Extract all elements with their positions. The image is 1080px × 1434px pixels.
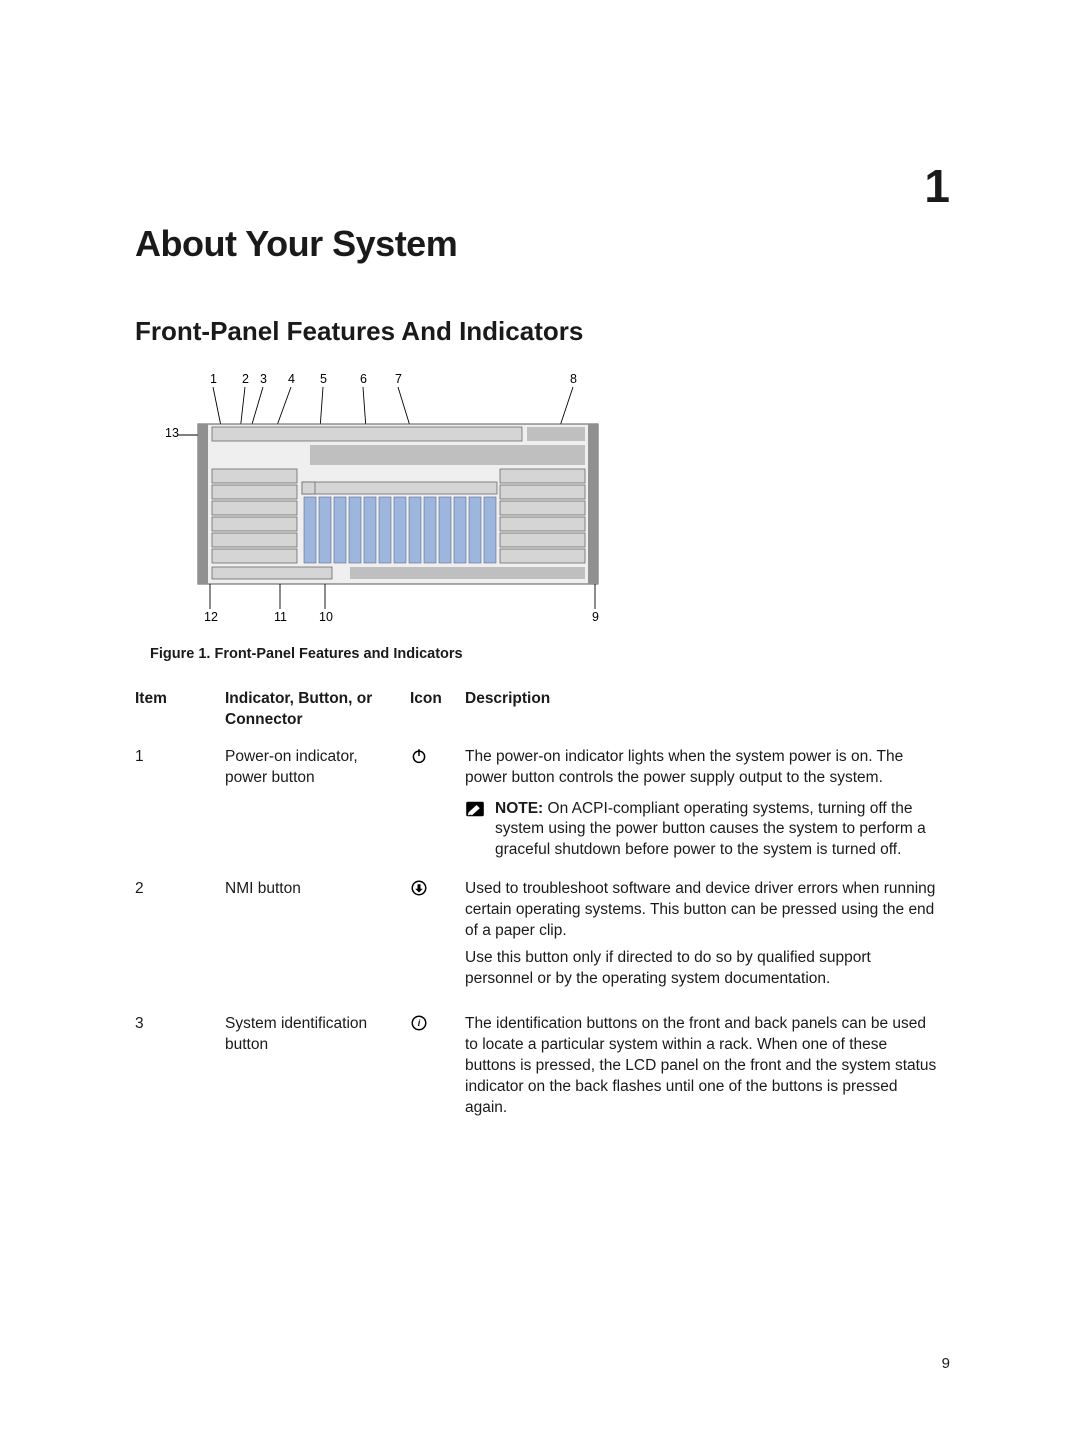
cell-indicator: NMI button [225,873,410,1008]
callout-1: 1 [210,372,217,386]
desc-text: The power-on indicator lights when the s… [465,747,940,789]
power-icon [410,747,428,765]
callout-2: 2 [242,372,249,386]
callout-3: 3 [260,372,267,386]
callout-8: 8 [570,372,577,386]
th-indicator: Indicator, Button, or Connector [225,685,410,741]
note-text: NOTE: On ACPI-compliant operating system… [495,799,940,862]
id-icon: i [410,1014,428,1032]
callout-10: 10 [319,610,333,624]
front-panel-svg: 1 2 3 4 5 6 7 8 13 [150,369,625,629]
th-icon: Icon [410,685,465,741]
cell-indicator: System identification button [225,1008,410,1137]
table-row: 1 Power-on indicator, power button The p… [135,741,950,874]
svg-text:i: i [418,1018,421,1028]
table-row: 3 System identification button i The ide… [135,1008,950,1137]
nmi-icon [410,879,428,897]
page-number: 9 [942,1354,950,1374]
callout-12: 12 [204,610,218,624]
cell-item: 1 [135,741,225,874]
cell-icon: i [410,1008,465,1137]
cell-description: The identification buttons on the front … [465,1008,950,1137]
callout-9: 9 [592,610,599,624]
desc-text-2: Use this button only if directed to do s… [465,948,940,990]
cell-description: The power-on indicator lights when the s… [465,741,950,874]
callout-7: 7 [395,372,402,386]
th-description: Description [465,685,950,741]
figure-caption: Figure 1. Front-Panel Features and Indic… [150,645,950,665]
callout-6: 6 [360,372,367,386]
callout-4: 4 [288,372,295,386]
cell-indicator: Power-on indicator, power button [225,741,410,874]
features-table: Item Indicator, Button, or Connector Ico… [135,685,950,1137]
desc-text: Used to troubleshoot software and device… [465,879,940,942]
note-block: NOTE: On ACPI-compliant operating system… [465,799,940,862]
figure-front-panel: 1 2 3 4 5 6 7 8 13 [150,369,950,665]
note-label: NOTE: [495,800,543,817]
callout-5: 5 [320,372,327,386]
cell-description: Used to troubleshoot software and device… [465,873,950,1008]
th-item: Item [135,685,225,741]
cell-item: 3 [135,1008,225,1137]
desc-text: The identification buttons on the front … [465,1014,940,1119]
callout-13: 13 [165,426,179,440]
note-icon [465,801,485,817]
cell-icon [410,873,465,1008]
page-title: About Your System [135,220,950,269]
chapter-number: 1 [924,155,950,217]
callout-11: 11 [274,610,287,624]
note-body: On ACPI-compliant operating systems, tur… [495,800,926,859]
table-row: 2 NMI button Used to troubleshoot softwa… [135,873,950,1008]
section-heading: Front-Panel Features And Indicators [135,314,950,349]
cell-icon [410,741,465,874]
cell-item: 2 [135,873,225,1008]
